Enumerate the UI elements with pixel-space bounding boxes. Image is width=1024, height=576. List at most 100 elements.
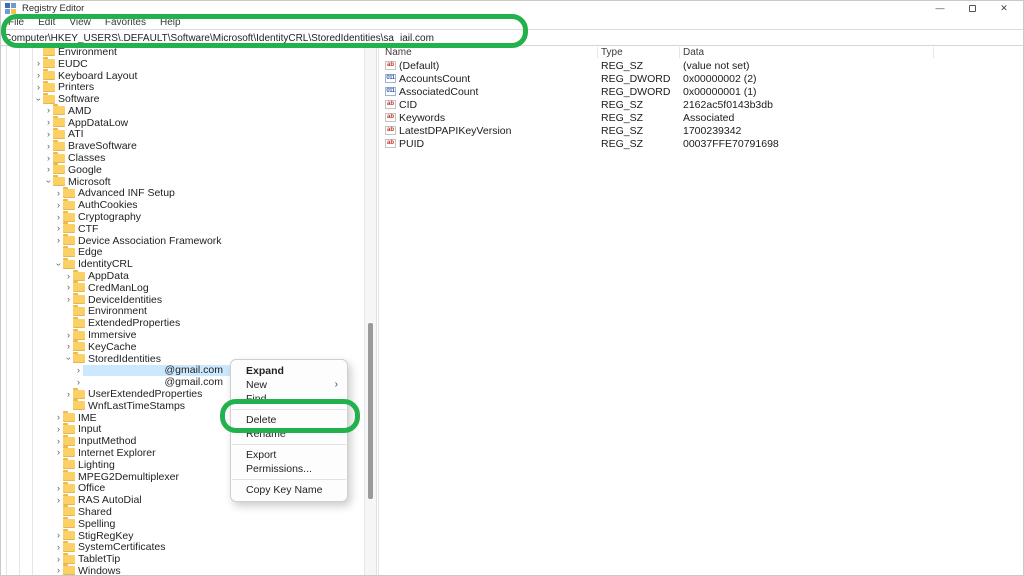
table-row[interactable]: 011 AccountsCount REG_DWORD 0x00000002 (2) (379, 72, 1024, 85)
chevron-collapsed-icon[interactable]: › (44, 106, 53, 115)
tree-item[interactable]: Environment (0, 304, 364, 317)
chevron-collapsed-icon[interactable]: › (64, 330, 73, 340)
chevron-collapsed-icon[interactable]: › (44, 129, 53, 139)
tree-item[interactable]: Shared (0, 505, 364, 518)
tree-item[interactable]: › StigRegKey (0, 529, 364, 542)
tree-item[interactable]: › Device Association Framework (0, 234, 364, 247)
chevron-collapsed-icon[interactable]: › (54, 531, 63, 540)
chevron-collapsed-icon[interactable]: › (54, 236, 63, 245)
chevron-expanded-icon[interactable]: › (34, 95, 44, 104)
chevron-collapsed-icon[interactable]: › (64, 295, 73, 304)
chevron-collapsed-icon[interactable]: › (54, 542, 63, 552)
context-menu-item-copy-key-name[interactable]: Copy Key Name (231, 483, 347, 497)
chevron-collapsed-icon[interactable]: › (34, 59, 43, 68)
menu-item-edit[interactable]: Edit (31, 17, 62, 28)
chevron-collapsed-icon[interactable]: › (54, 448, 63, 457)
column-header-data[interactable]: Data (683, 47, 704, 58)
chevron-collapsed-icon[interactable]: › (64, 271, 73, 281)
column-separator[interactable] (679, 47, 680, 58)
table-row[interactable]: ab PUID REG_SZ 00037FFE70791698 (379, 137, 1024, 150)
tree-item[interactable]: › Printers (0, 80, 364, 93)
tree-item[interactable]: › AppDataLow (0, 116, 364, 129)
chevron-expanded-icon[interactable]: › (64, 354, 74, 363)
tree-scrollbar[interactable] (364, 46, 377, 576)
table-row[interactable]: ab CID REG_SZ 2162ac5f0143b3db (379, 98, 1024, 111)
column-separator[interactable] (933, 47, 934, 58)
scrollbar-thumb[interactable] (368, 323, 373, 499)
tree-item[interactable]: › ATI (0, 127, 364, 140)
chevron-collapsed-icon[interactable]: › (34, 70, 43, 80)
menu-item-help[interactable]: Help (153, 17, 188, 28)
context-menu-item-export[interactable]: Export (231, 448, 347, 462)
chevron-collapsed-icon[interactable]: › (74, 377, 83, 387)
tree-item[interactable]: › SystemCertificates (0, 540, 364, 553)
minimize-button[interactable]: — (924, 0, 956, 16)
chevron-collapsed-icon[interactable]: › (54, 413, 63, 422)
column-header-name[interactable]: Name (385, 47, 412, 58)
tree-item[interactable]: › CredManLog (0, 281, 364, 294)
chevron-collapsed-icon[interactable]: › (54, 483, 63, 493)
tree-item[interactable]: › Classes (0, 151, 364, 164)
chevron-collapsed-icon[interactable]: › (44, 118, 53, 127)
tree-item[interactable]: Edge (0, 245, 364, 258)
chevron-collapsed-icon[interactable]: › (54, 212, 63, 222)
context-menu-item-find[interactable]: Find... (231, 392, 347, 406)
context-menu-item-delete[interactable]: Delete (231, 413, 347, 427)
context-menu-item-permissions[interactable]: Permissions... (231, 462, 347, 476)
close-button[interactable]: ✕ (988, 0, 1020, 16)
tree-item[interactable]: › Keyboard Layout (0, 68, 364, 82)
tree-item[interactable]: › Google (0, 163, 364, 176)
chevron-collapsed-icon[interactable]: › (54, 224, 63, 233)
tree-item[interactable]: › BraveSoftware (0, 139, 364, 152)
table-row[interactable]: ab (Default) REG_SZ (value not set) (379, 59, 1024, 72)
tree-item[interactable]: › Software (0, 92, 364, 105)
chevron-collapsed-icon[interactable]: › (44, 153, 53, 163)
chevron-collapsed-icon[interactable]: › (54, 554, 63, 564)
tree-item[interactable]: Environment (0, 46, 364, 58)
chevron-collapsed-icon[interactable]: › (54, 495, 63, 505)
chevron-collapsed-icon[interactable]: › (64, 283, 73, 292)
chevron-expanded-icon[interactable]: › (54, 260, 64, 269)
tree-item[interactable]: › DeviceIdentities (0, 293, 364, 306)
tree-item[interactable]: › EUDC (0, 57, 364, 70)
chevron-collapsed-icon[interactable]: › (54, 424, 63, 434)
maximize-button[interactable] (956, 0, 988, 16)
chevron-collapsed-icon[interactable]: › (64, 389, 73, 399)
chevron-collapsed-icon[interactable]: › (44, 141, 53, 151)
tree-item[interactable]: › CTF (0, 222, 364, 235)
chevron-collapsed-icon[interactable]: › (54, 436, 63, 446)
tree-item[interactable]: › AuthCookies (0, 198, 364, 211)
context-menu-item-new[interactable]: New › (231, 378, 347, 392)
column-header-type[interactable]: Type (601, 47, 623, 58)
chevron-collapsed-icon[interactable]: › (54, 566, 63, 575)
tree-item[interactable]: › IdentityCRL (0, 257, 364, 270)
tree-item[interactable]: › Advanced INF Setup (0, 186, 364, 199)
tree-item[interactable]: ExtendedProperties (0, 316, 364, 329)
table-row[interactable]: ab LatestDPAPIKeyVersion REG_SZ 1700239342 (379, 124, 1024, 137)
menu-item-file[interactable]: File (1, 17, 31, 28)
tree-item[interactable]: › AMD (0, 104, 364, 117)
tree-item[interactable]: › Windows (0, 564, 364, 576)
chevron-expanded-icon[interactable]: › (44, 177, 54, 186)
tree-item[interactable]: › Immersive (0, 328, 364, 341)
chevron-collapsed-icon[interactable]: › (44, 165, 53, 174)
context-menu-item-expand[interactable]: Expand (231, 364, 347, 378)
chevron-collapsed-icon[interactable]: › (34, 82, 43, 92)
tree-item[interactable]: Spelling (0, 517, 364, 530)
chevron-collapsed-icon[interactable]: › (54, 188, 63, 198)
menu-item-view[interactable]: View (62, 17, 98, 28)
chevron-collapsed-icon[interactable]: › (64, 342, 73, 351)
tree-item[interactable]: › AppData (0, 269, 364, 282)
tree-item[interactable]: › Microsoft (0, 175, 364, 188)
chevron-collapsed-icon[interactable]: › (74, 365, 83, 375)
menu-item-favorites[interactable]: Favorites (98, 17, 153, 28)
chevron-collapsed-icon[interactable]: › (54, 200, 63, 210)
tree-item[interactable]: › Cryptography (0, 210, 364, 223)
tree-item[interactable]: › KeyCache (0, 340, 364, 353)
tree-item[interactable]: › TabletTip (0, 552, 364, 565)
column-separator[interactable] (597, 47, 598, 58)
address-bar[interactable]: Computer\HKEY_USERS\.DEFAULT\Software\Mi… (0, 29, 1024, 46)
table-row[interactable]: ab Keywords REG_SZ Associated (379, 111, 1024, 124)
context-menu-item-rename[interactable]: Rename (231, 427, 347, 441)
table-row[interactable]: 011 AssociatedCount REG_DWORD 0x00000001 (1… (379, 85, 1024, 98)
